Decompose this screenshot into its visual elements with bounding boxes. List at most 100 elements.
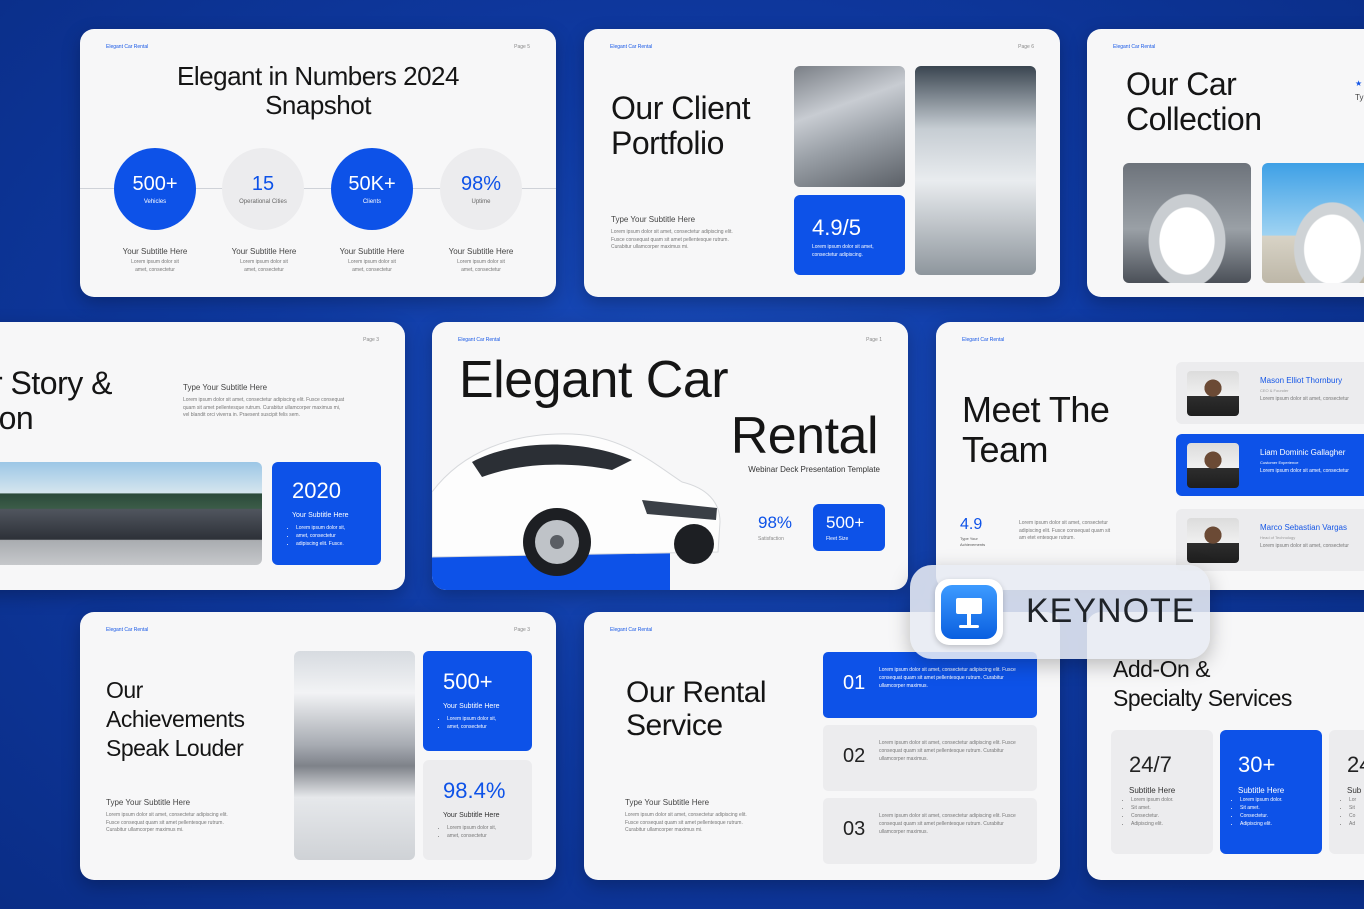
brand-label: Elegant Car Rental: [458, 337, 501, 343]
bullet-item: Lor: [1349, 796, 1356, 804]
stat-circle: 98% Uptime: [440, 148, 522, 230]
bullet-item: Co: [1349, 812, 1356, 820]
stat-value: 15: [251, 173, 275, 195]
bullet-item: Adipiscing elit.: [1131, 820, 1174, 828]
addon-subtitle: Subtitle Here: [1238, 786, 1285, 795]
body-line: Lorem ipsum dolor sit amet, consectetur …: [611, 229, 733, 235]
car-illustration: [432, 433, 721, 576]
slide-title: Our Client Portfolio: [611, 90, 751, 161]
stat-caption: Your Subtitle Here Lorem ipsum dolor sit…: [214, 247, 314, 274]
bullet-item: Ad: [1349, 820, 1356, 828]
member-desc: Lorem ipsum dolor sit amet, consectetur: [1260, 468, 1349, 474]
achievement-subtitle: Your Subtitle Here: [443, 812, 500, 819]
stat-value: 50K+: [348, 173, 396, 195]
rating-line: Lorem ipsum dolor sit amet,: [812, 244, 874, 250]
caption-text: amet, consectetur: [352, 266, 392, 273]
title-line: ion: [0, 400, 34, 437]
page-number: Page 6: [1018, 44, 1034, 50]
achievement-value: 500+: [443, 669, 493, 694]
bullet-item: Consectetur.: [1240, 812, 1283, 820]
caption-text: amet, consectetur: [244, 266, 284, 273]
cover-title-line1: Elegant Car: [459, 351, 729, 409]
rating-label-line: Achievements: [960, 541, 986, 547]
caption-title: Your Subtitle Here: [448, 247, 514, 256]
brand-label: Elegant Car Rental: [962, 337, 1005, 343]
body-line: Lorem ipsum dolor sit amet, consectetur …: [183, 397, 345, 403]
member-role: CEO & Founder: [1260, 388, 1289, 393]
cover-tagline: Webinar Deck Presentation Template: [748, 465, 880, 474]
garage-photo: [294, 651, 415, 860]
addon-stat-card: 24 Sub Lor Sit Co Ad: [1329, 730, 1364, 854]
caption-title: Your Subtitle Here: [122, 247, 188, 256]
slide-cover[interactable]: Elegant Car Rental Page 1 Elegant Car Re…: [432, 322, 908, 590]
brand-label: Elegant Car Rental: [106, 44, 149, 50]
title-line: Speak Louder: [106, 734, 244, 761]
addon-subtitle: Subtitle Here: [1129, 786, 1176, 795]
team-rating-label: Type Your Achievements: [960, 536, 985, 547]
addon-bullets: Lorem ipsum dolor. Sit amet. Consectetur…: [1121, 796, 1174, 828]
stat-caption: Your Subtitle Here Lorem ipsum dolor sit…: [322, 247, 422, 274]
title-line: Snapshot: [265, 89, 371, 120]
slide-title: Add-On & Specialty Services: [1113, 655, 1292, 713]
stat-circle: 50K+ Clients: [331, 148, 413, 230]
body-text: Lorem ipsum dolor sit amet, consectetur …: [183, 397, 344, 420]
slide-team[interactable]: Elegant Car Rental Meet The Team 4.9 Typ…: [936, 322, 1364, 590]
service-number: 02: [843, 745, 866, 767]
stat-circle: 500+ Vehicles: [114, 148, 196, 230]
addon-subtitle: Sub: [1347, 786, 1362, 795]
service-item[interactable]: 03 Lorem ipsum dolor sit amet, consectet…: [823, 798, 1037, 864]
slide-collection[interactable]: Elegant Car Rental Our Car Collection ★ …: [1087, 29, 1364, 297]
service-item[interactable]: 02 Lorem ipsum dolor sit amet, consectet…: [823, 725, 1037, 791]
stat-value: 98%: [460, 173, 502, 195]
service-number: 03: [843, 818, 866, 840]
service-number: 01: [843, 672, 866, 694]
bullet-item: Sit: [1349, 804, 1356, 812]
slide-title: Our Car Collection: [1126, 66, 1262, 137]
title-line: Our: [106, 677, 143, 703]
title-line: r Story &: [0, 365, 112, 401]
team-member-card[interactable]: Marco Sebastian Vargas Head of Technolog…: [1176, 509, 1364, 571]
body-line: Lorem ipsum dolor sit amet, consectetur …: [625, 812, 747, 818]
cover-stat-label: Satisfaction: [758, 536, 784, 542]
body-line: Curabitur ullamcorper maximus mi.: [625, 827, 703, 833]
title-line: Add-On &: [1113, 656, 1210, 682]
body-line: Fusce consequat quam sit amet pellentesq…: [611, 236, 729, 243]
stat-caption: Your Subtitle Here Lorem ipsum dolor sit…: [431, 247, 531, 274]
service-item[interactable]: 01 Lorem ipsum dolor sit amet, consectet…: [823, 652, 1037, 718]
page-number: Page 1: [866, 337, 882, 343]
caption-title: Your Subtitle Here: [231, 247, 297, 256]
addon-bullets: Lor Sit Co Ad: [1339, 796, 1356, 828]
cover-stat-card: 500+ Fleet Size: [813, 504, 885, 551]
slide-portfolio[interactable]: Elegant Car Rental Page 6 Our Client Por…: [584, 29, 1060, 297]
team-member-card[interactable]: Mason Elliot Thornbury CEO & Founder Lor…: [1176, 362, 1364, 424]
body-line: Curabitur ullamcorper maximus mi.: [106, 827, 184, 833]
slide-story[interactable]: Page 3 r Story & ion Type Your Subtitle …: [0, 322, 405, 590]
team-member-card[interactable]: Liam Dominic Gallagher Customer Experien…: [1176, 434, 1364, 496]
slide-numbers[interactable]: Elegant Car Rental Page 5 Elegant in Num…: [80, 29, 556, 297]
rating-text: Lorem ipsum dolor sit amet, consectetur …: [812, 243, 874, 259]
body-line: Fusce consequat quam sit amet pellentesq…: [106, 819, 224, 826]
slide-subtitle: Type Your Subtitle Here: [106, 798, 191, 807]
member-role: Customer Experience: [1260, 460, 1299, 465]
stat-label: Clients: [362, 199, 382, 205]
slide-achievements[interactable]: Elegant Car Rental Page 3 Our Achievemen…: [80, 612, 556, 880]
bullet-item: adipiscing elit. Fusce.: [296, 540, 345, 548]
keynote-app-icon: [935, 579, 1003, 645]
year-value: 2020: [292, 478, 341, 503]
achievement-card: 500+ Your Subtitle Here Lorem ipsum dolo…: [423, 651, 532, 751]
slide-title: Our Achievements Speak Louder: [106, 676, 245, 762]
addon-value: 24: [1347, 752, 1364, 777]
caption-text: amet, consectetur: [461, 266, 501, 273]
rating-value: 4.9/5: [812, 215, 861, 240]
stat-label: Operational Cities: [239, 199, 287, 205]
rating-line: consectetur adipiscing.: [812, 252, 863, 258]
avatar: [1187, 518, 1239, 563]
achievement-bullets: Lorem ipsum dolor sit, amet, consectetur: [437, 715, 496, 731]
title-line: Our Car: [1126, 66, 1237, 102]
addon-value: 30+: [1238, 752, 1276, 777]
body-line: am etet entesque rutrum.: [1019, 535, 1075, 541]
addon-bullets: Lorem ipsum dolor. Sit amet. Consectetur…: [1230, 796, 1283, 828]
title-line: Specialty Services: [1113, 684, 1292, 711]
parking-lot-photo: [794, 66, 905, 187]
slide-title: r Story & ion: [0, 365, 112, 437]
